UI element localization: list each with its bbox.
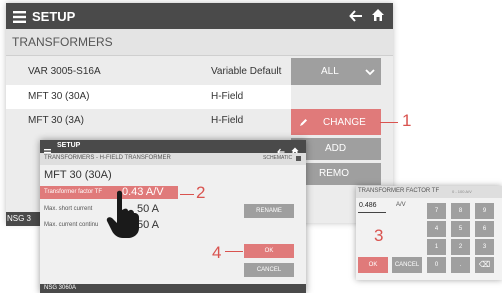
transformer-name: MFT 30 (30A) <box>28 91 90 102</box>
cancel-button[interactable]: CANCEL <box>244 263 294 277</box>
callout-line-4 <box>225 251 243 252</box>
callout-4: 4 <box>212 243 222 262</box>
key-9[interactable]: 9 <box>475 203 494 219</box>
filter-value: ALL <box>321 66 339 77</box>
ok-label: OK <box>264 248 274 254</box>
keypad-input-value: 0.486 <box>359 202 377 209</box>
backspace-icon: ⌫ <box>478 260 491 269</box>
dialog-title: SETUP <box>57 142 81 149</box>
transformer-type: Variable Default <box>211 66 282 77</box>
page-subtitle: TRANSFORMERS <box>12 35 113 49</box>
transformer-name-title: MFT 30 (30A) <box>44 169 112 181</box>
schematic-label: SCHEMATIC <box>263 155 293 161</box>
field-label: Transformer factor TF <box>44 189 103 195</box>
field-label: Max. short current <box>44 206 93 212</box>
dialog-status-bar: NSG 3060A <box>40 284 306 293</box>
keypad-title: TRANSFORMER FACTOR TF <box>358 188 440 194</box>
dialog-status-text: NSG 3060A <box>44 285 77 291</box>
keypad-ok-button[interactable]: OK <box>358 257 388 273</box>
change-label: CHANGE <box>323 117 366 128</box>
callout-1: 1 <box>402 111 412 130</box>
ok-button[interactable]: OK <box>244 244 294 258</box>
dialog-subtitle-bar: TRANSFORMERS - H-FIELD TRANSFORMER SCHEM… <box>40 153 306 165</box>
keypad-header: TRANSFORMER FACTOR TF 0 - 100 A/V <box>356 186 502 198</box>
back-arrow-icon[interactable] <box>349 9 363 23</box>
key-3[interactable]: 3 <box>475 239 494 255</box>
status-text: NSG 3 <box>7 214 32 223</box>
transformer-row[interactable]: VAR 3005-S16A Variable Default <box>6 60 291 84</box>
transformer-name: VAR 3005-S16A <box>28 66 101 77</box>
page-subtitle-bar: TRANSFORMERS <box>6 29 393 56</box>
keypad-unit: A/V <box>396 202 406 208</box>
key-decimal[interactable]: . <box>451 257 470 273</box>
hand-pointer-icon <box>104 190 142 240</box>
key-2[interactable]: 2 <box>451 239 470 255</box>
keypad-ok-label: OK <box>368 262 378 268</box>
rename-label: RENAME <box>256 208 282 214</box>
add-label: ADD <box>325 143 347 154</box>
key-1[interactable]: 1 <box>427 239 446 255</box>
transformer-row-selected[interactable]: MFT 30 (30A) H-Field <box>6 85 291 109</box>
transformer-name: MFT 30 (3A) <box>28 115 84 126</box>
cancel-label: CANCEL <box>256 267 282 273</box>
menu-icon[interactable] <box>13 10 26 23</box>
keypad-input[interactable]: 0.486 <box>358 201 386 213</box>
callout-line-1 <box>380 122 398 123</box>
window-header: SETUP <box>6 3 393 29</box>
key-5[interactable]: 5 <box>451 221 470 237</box>
keypad-cancel-label: CANCEL <box>394 262 420 268</box>
home-icon[interactable] <box>371 8 385 22</box>
change-button[interactable]: CHANGE <box>291 109 381 135</box>
transformer-type: H-Field <box>211 115 244 126</box>
dialog-subtitle: TRANSFORMERS - H-FIELD TRANSFORMER <box>44 155 171 161</box>
transformer-row[interactable]: MFT 30 (3A) H-Field <box>6 109 291 133</box>
callout-line-2 <box>180 194 194 195</box>
window-title: SETUP <box>32 9 76 24</box>
callout-3: 3 <box>374 226 384 245</box>
backspace-key[interactable]: ⌫ <box>475 257 494 273</box>
transformer-dialog: SETUP TRANSFORMERS - H-FIELD TRANSFORMER… <box>40 140 306 293</box>
chevron-down-icon <box>365 68 375 79</box>
dialog-header: SETUP <box>40 140 306 156</box>
field-label: Max. current continu <box>44 222 99 228</box>
keypad-range: 0 - 100 A/V <box>452 189 472 194</box>
key-7[interactable]: 7 <box>427 203 446 219</box>
key-8[interactable]: 8 <box>451 203 470 219</box>
rename-button[interactable]: RENAME <box>244 204 294 218</box>
transformer-type: H-Field <box>211 91 244 102</box>
pencil-icon <box>299 118 308 130</box>
keypad-cancel-button[interactable]: CANCEL <box>392 257 422 273</box>
callout-2: 2 <box>196 183 206 202</box>
key-4[interactable]: 4 <box>427 221 446 237</box>
filter-dropdown[interactable]: ALL <box>291 58 381 85</box>
schematic-toggle[interactable] <box>296 156 301 161</box>
key-6[interactable]: 6 <box>475 221 494 237</box>
remove-label: REMO <box>319 168 349 179</box>
key-0[interactable]: 0 <box>427 257 446 273</box>
